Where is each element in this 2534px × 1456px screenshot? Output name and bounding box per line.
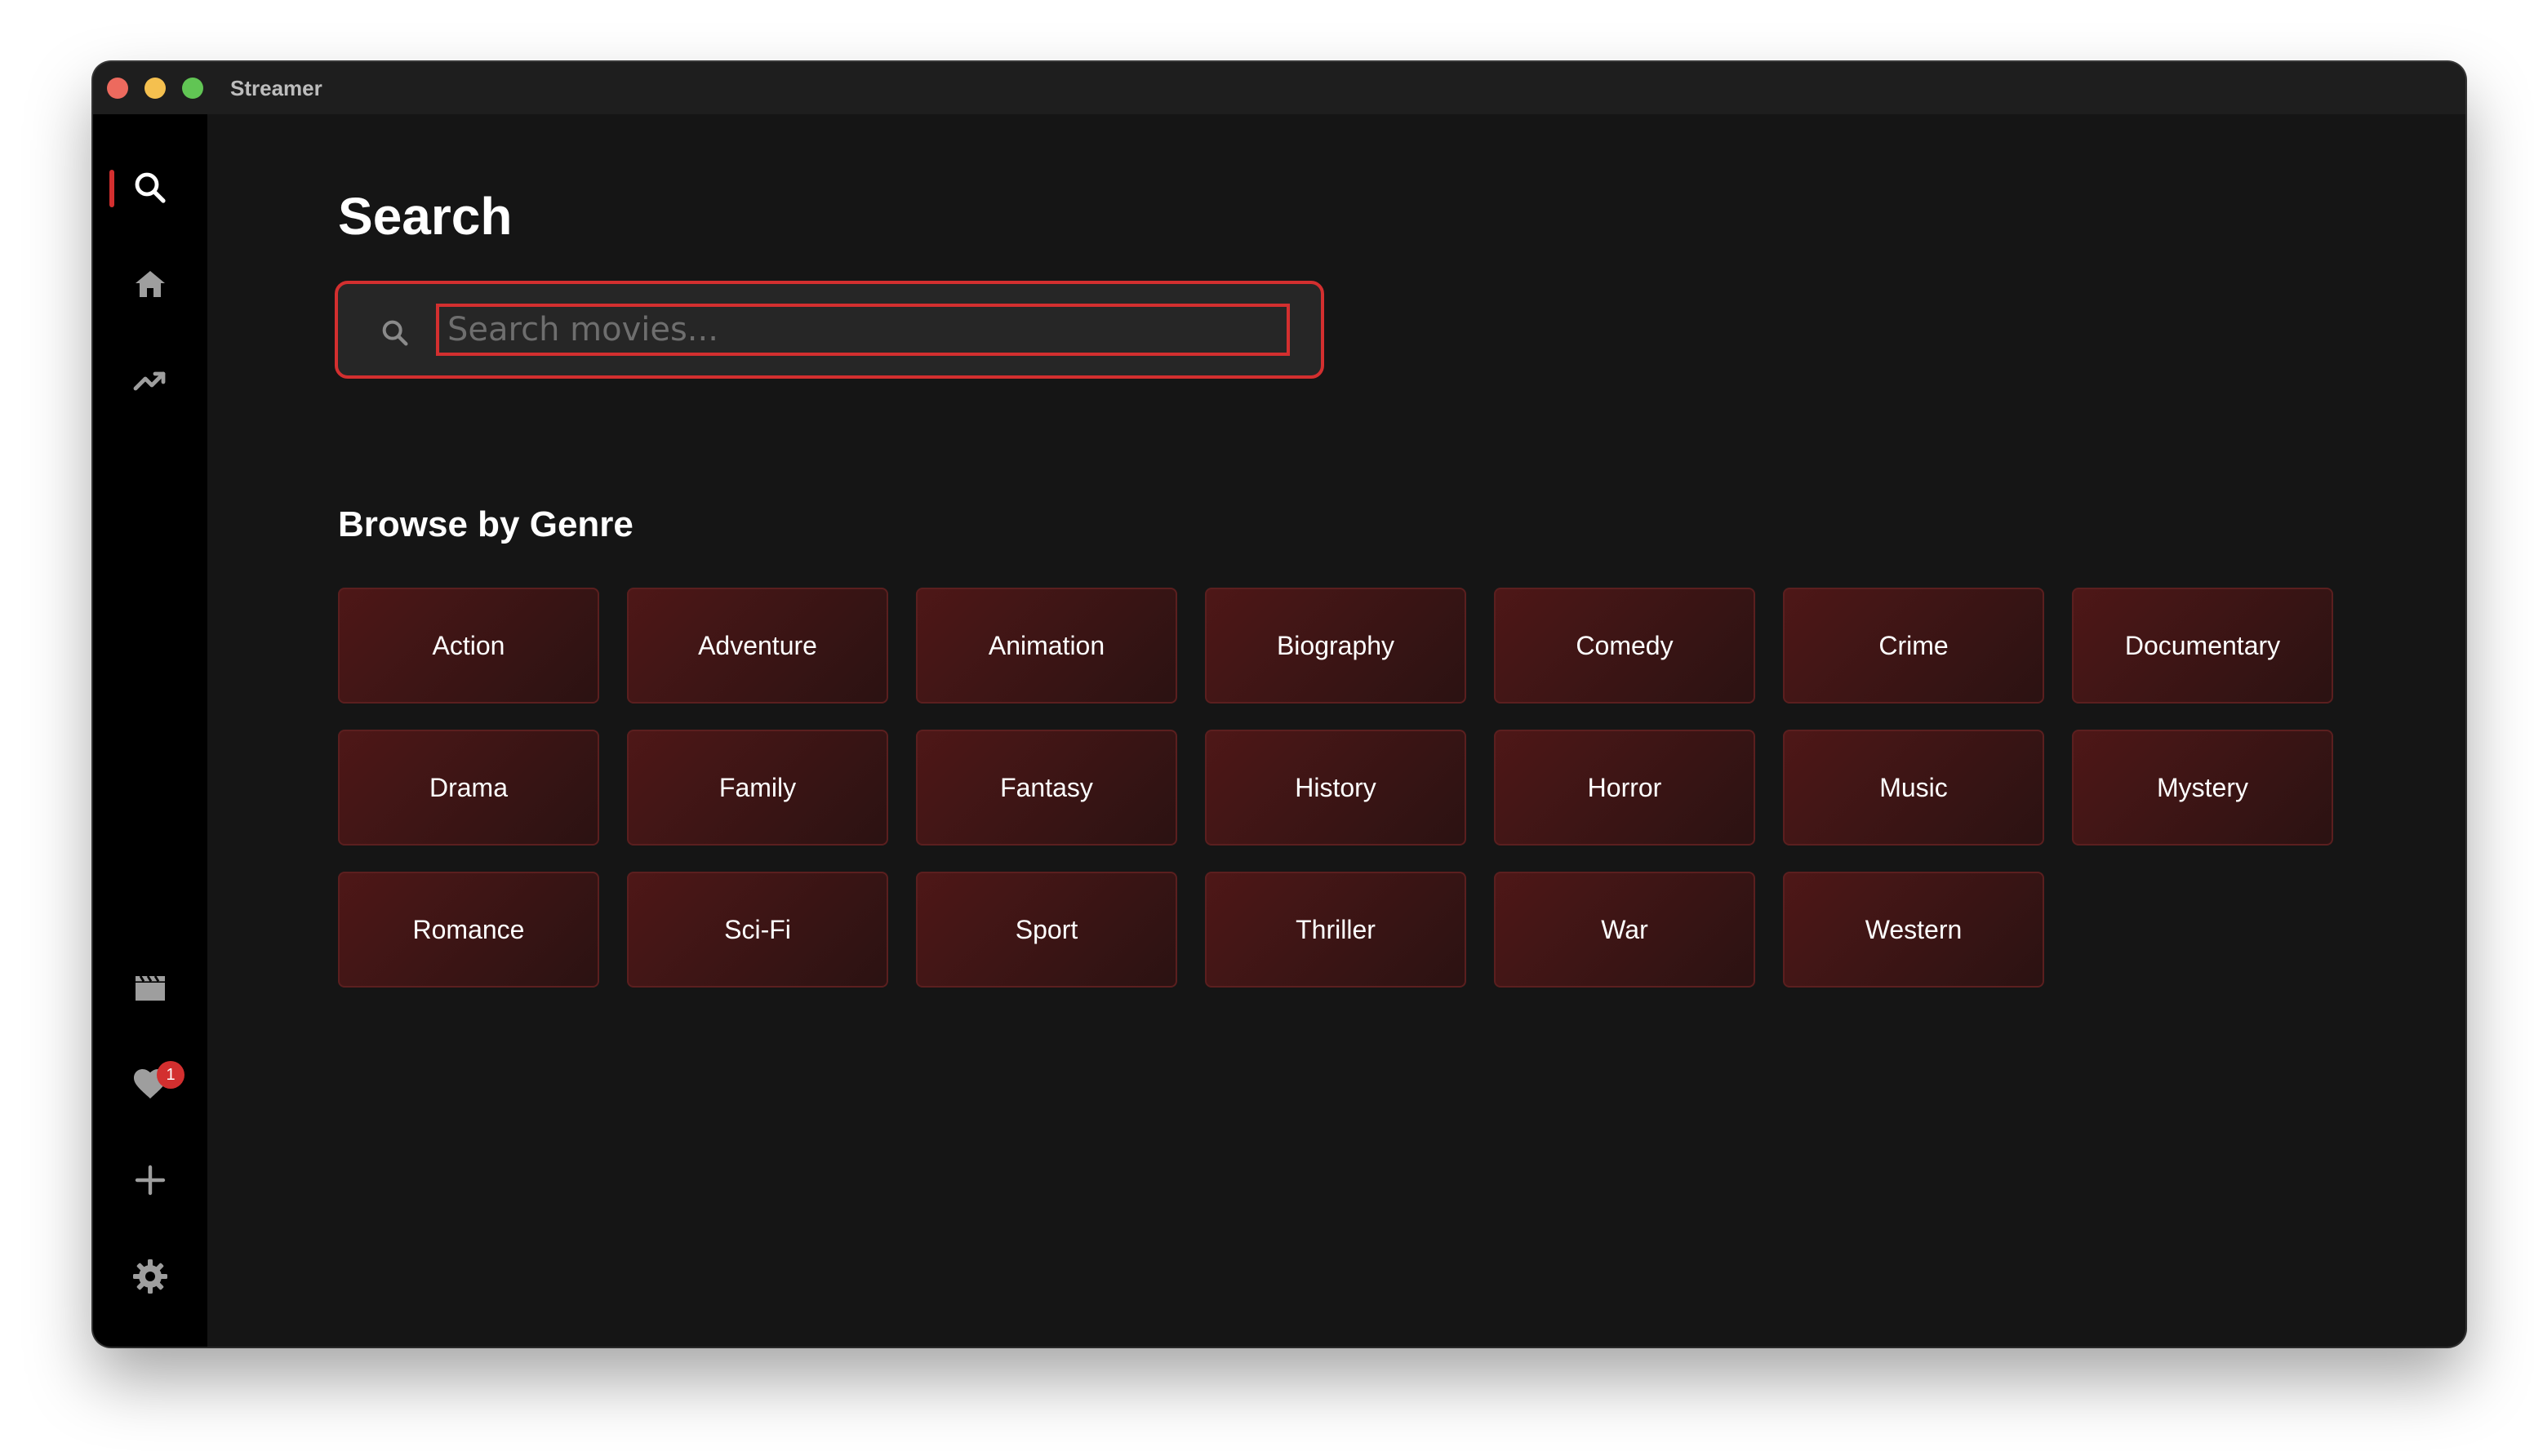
genre-section-title: Browse by Genre bbox=[338, 504, 634, 544]
genre-button-fantasy[interactable]: Fantasy bbox=[916, 730, 1177, 846]
genre-grid: Action Adventure Animation Biography Com… bbox=[338, 588, 2333, 988]
home-icon bbox=[136, 271, 165, 297]
search-box[interactable] bbox=[335, 281, 1324, 379]
genre-button-documentary[interactable]: Documentary bbox=[2072, 588, 2333, 704]
maximize-window-button[interactable] bbox=[182, 78, 203, 99]
gear-icon bbox=[133, 1259, 167, 1294]
active-indicator bbox=[109, 170, 114, 207]
page-title: Search bbox=[338, 187, 513, 246]
genre-button-family[interactable]: Family bbox=[627, 730, 888, 846]
plus-icon bbox=[135, 1165, 166, 1196]
sidebar: 1 bbox=[93, 114, 207, 1347]
genre-button-biography[interactable]: Biography bbox=[1205, 588, 1466, 704]
sidebar-item-favorites[interactable]: 1 bbox=[93, 1051, 207, 1116]
app-window: Streamer 1 Search Search movies... Brows… bbox=[93, 62, 2465, 1347]
genre-button-sci-fi[interactable]: Sci-Fi bbox=[627, 872, 888, 988]
genre-button-romance[interactable]: Romance bbox=[338, 872, 599, 988]
genre-button-comedy[interactable]: Comedy bbox=[1494, 588, 1755, 704]
title-bar: Streamer bbox=[93, 62, 2465, 114]
search-icon bbox=[135, 172, 166, 203]
main-content: Search Browse by Genre Action Adventure … bbox=[207, 114, 2465, 1347]
sidebar-item-trending[interactable] bbox=[93, 348, 207, 413]
genre-button-crime[interactable]: Crime bbox=[1783, 588, 2044, 704]
sidebar-item-search[interactable] bbox=[93, 155, 207, 220]
minimize-window-button[interactable] bbox=[144, 78, 166, 99]
genre-button-sport[interactable]: Sport bbox=[916, 872, 1177, 988]
genre-button-drama[interactable]: Drama bbox=[338, 730, 599, 846]
window-title: Streamer bbox=[230, 76, 322, 100]
genre-button-western[interactable]: Western bbox=[1783, 872, 2044, 988]
sidebar-item-home[interactable] bbox=[93, 251, 207, 317]
genre-button-thriller[interactable]: Thriller bbox=[1205, 872, 1466, 988]
genre-button-horror[interactable]: Horror bbox=[1494, 730, 1755, 846]
search-input[interactable] bbox=[436, 304, 1290, 356]
sidebar-item-add[interactable] bbox=[93, 1147, 207, 1213]
clapperboard-icon bbox=[136, 975, 165, 1001]
favorites-count-badge: 1 bbox=[157, 1061, 184, 1089]
genre-button-mystery[interactable]: Mystery bbox=[2072, 730, 2333, 846]
genre-button-animation[interactable]: Animation bbox=[916, 588, 1177, 704]
close-window-button[interactable] bbox=[107, 78, 128, 99]
genre-button-war[interactable]: War bbox=[1494, 872, 1755, 988]
genre-button-action[interactable]: Action bbox=[338, 588, 599, 704]
genre-button-history[interactable]: History bbox=[1205, 730, 1466, 846]
genre-button-adventure[interactable]: Adventure bbox=[627, 588, 888, 704]
search-icon bbox=[382, 320, 408, 346]
genre-button-music[interactable]: Music bbox=[1783, 730, 2044, 846]
trending-up-icon bbox=[133, 371, 166, 391]
sidebar-item-movies[interactable] bbox=[93, 955, 207, 1020]
sidebar-item-settings[interactable] bbox=[93, 1244, 207, 1309]
